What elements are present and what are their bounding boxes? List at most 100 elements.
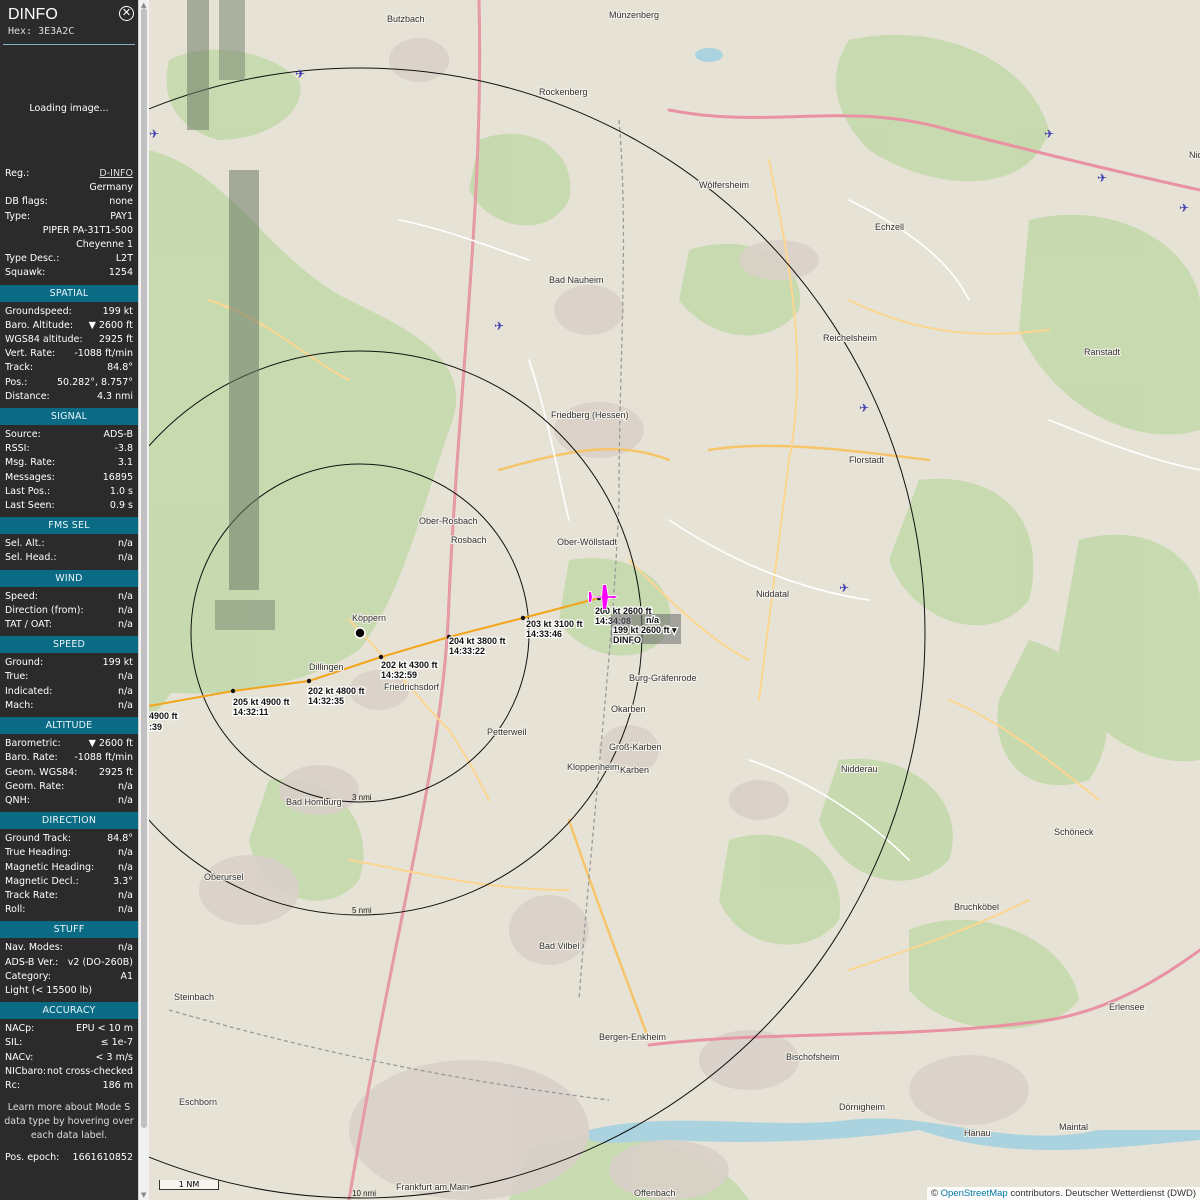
place-label: Rosbach	[451, 535, 487, 545]
info-label: NACv:	[5, 1051, 34, 1063]
ring-label-3nmi: 3 nmi	[352, 793, 372, 802]
track-label-edge-time: :39	[149, 722, 162, 732]
info-value: 199 kt	[102, 305, 133, 317]
info-label: ADS-B Ver.:	[5, 956, 59, 968]
info-label: NICbaro:	[5, 1065, 47, 1077]
info-label: Distance:	[5, 390, 50, 402]
info-value: 3.3°	[113, 875, 133, 887]
section-header-fms-sel: FMS SEL	[0, 517, 138, 535]
info-row: Pos.: 50.282°, 8.757°	[0, 376, 138, 390]
info-row: Mach: n/a	[0, 699, 138, 713]
osm-link[interactable]: OpenStreetMap	[941, 1188, 1008, 1199]
track-point	[378, 654, 384, 660]
scroll-down-icon[interactable]: ▼	[141, 1191, 146, 1199]
info-label: RSSI:	[5, 443, 30, 455]
aircraft-icon: ✈	[1044, 127, 1054, 141]
registration-link[interactable]: D-INFO	[99, 167, 133, 181]
info-label: Magnetic Decl.:	[5, 875, 79, 887]
info-value: n/a	[117, 699, 133, 711]
sidebar-header: DINFO Hex: 3E3A2C ✕	[3, 0, 135, 45]
section-header-direction: DIRECTION	[0, 812, 138, 830]
track-point	[306, 678, 312, 684]
info-row: Last Seen: 0.9 s	[0, 499, 138, 513]
ring-label-10nmi: 10 nmi	[352, 1189, 376, 1198]
info-row: SIL: ≤ 1e-7	[0, 1036, 138, 1050]
section-header-signal: SIGNAL	[0, 408, 138, 426]
info-row: Baro. Altitude: ▼ 2600 ft	[0, 319, 138, 333]
scrollbar-thumb[interactable]	[141, 8, 147, 1128]
info-row: Light (< 15500 lb)	[0, 984, 138, 998]
info-value: L2T	[115, 253, 133, 265]
track-label-speed-alt: 202 kt 4300 ft	[381, 660, 438, 670]
attribution-suffix: contributors. Deutscher Wetterdienst (DW…	[1010, 1188, 1196, 1199]
info-value: none	[109, 196, 133, 208]
info-row: Msg. Rate: 3.1	[0, 456, 138, 470]
info-value: n/a	[117, 861, 133, 873]
info-row: Vert. Rate: -1088 ft/min	[0, 347, 138, 361]
info-row: Squawk: 1254	[0, 266, 138, 280]
place-label: Friedrichsdorf	[384, 682, 440, 692]
track-label-time: 14:32:35	[308, 696, 344, 706]
info-row: Messages: 16895	[0, 471, 138, 485]
info-value: -1088 ft/min	[74, 752, 133, 764]
place-label: Oberursel	[204, 872, 244, 882]
info-row: QNH: n/a	[0, 794, 138, 808]
info-row: TAT / OAT: n/a	[0, 618, 138, 632]
info-label: Sel. Head.:	[5, 552, 57, 564]
place-label: Hanau	[964, 1128, 991, 1138]
place-label: Burg-Gräfenrode	[629, 673, 697, 683]
aircraft-icon: ✈	[149, 127, 159, 141]
info-row: True: n/a	[0, 670, 138, 684]
info-row: Sel. Head.: n/a	[0, 551, 138, 565]
info-row: Magnetic Decl.: 3.3°	[0, 875, 138, 889]
info-row: Ground: 199 kt	[0, 656, 138, 670]
place-label: Schöneck	[1054, 827, 1094, 837]
info-value: 199 kt	[102, 657, 133, 669]
info-row: WGS84 altitude: 2925 ft	[0, 333, 138, 347]
info-row: Track Rate: n/a	[0, 889, 138, 903]
info-value: n/a	[117, 671, 133, 683]
info-row: Indicated: n/a	[0, 685, 138, 699]
general-info: Reg.: D-INFO Germany DB flags: none Type: PAY1…	[0, 167, 138, 281]
info-label: Sel. Alt.:	[5, 538, 45, 550]
info-value: n/a	[117, 904, 133, 916]
place-label: Köppern	[352, 613, 386, 623]
map-canvas[interactable]: 3 nmi 5 nmi 10 nmi 4900 ft :39 205 kt 49…	[149, 0, 1200, 1200]
info-row: NACv: < 3 m/s	[0, 1051, 138, 1065]
info-label: Last Seen:	[5, 500, 55, 512]
place-label: Echzell	[875, 222, 904, 232]
place-label: Petterweil	[487, 727, 527, 737]
info-value: 1254	[108, 267, 133, 279]
info-label: Direction (from):	[5, 604, 84, 616]
info-value: n/a	[117, 685, 133, 697]
track-label-edge-alt: 4900 ft	[149, 711, 178, 721]
info-label: Indicated:	[5, 685, 53, 697]
hex-label: Hex:	[8, 26, 33, 37]
info-label: Messages:	[5, 471, 55, 483]
info-value: 186 m	[102, 1079, 133, 1091]
place-label: Dillingen	[309, 662, 344, 672]
hex-code: 3E3A2C	[38, 26, 75, 37]
hex-line: Hex: 3E3A2C	[8, 26, 130, 37]
info-label: Ground:	[5, 657, 44, 669]
section-header-altitude: ALTITUDE	[0, 717, 138, 735]
info-label: Type Desc.:	[5, 253, 60, 265]
track-point	[520, 615, 526, 621]
track-label-time: 14:32:11	[233, 707, 269, 717]
place-label: Niddatal	[756, 589, 789, 599]
section-header-wind: WIND	[0, 569, 138, 587]
info-value: < 3 m/s	[95, 1051, 133, 1063]
track-label-speed-alt: 203 kt 3100 ft	[526, 619, 583, 629]
place-label: Okarben	[611, 704, 646, 714]
info-row: True Heading: n/a	[0, 846, 138, 860]
info-row: PIPER PA-31T1-500 Cheyenne 1	[0, 224, 138, 252]
info-value: 84.8°	[107, 833, 133, 845]
close-icon[interactable]: ✕	[119, 6, 134, 21]
place-label: Rockenberg	[539, 87, 588, 97]
map-view[interactable]: 3 nmi 5 nmi 10 nmi 4900 ft :39 205 kt 49…	[149, 0, 1200, 1200]
section-header-stuff: STUFF	[0, 921, 138, 939]
track-label-speed-alt: 202 kt 4800 ft	[308, 686, 365, 696]
info-value: n/a	[117, 552, 133, 564]
info-label: Geom. WGS84:	[5, 766, 78, 778]
section-header-speed: SPEED	[0, 636, 138, 654]
